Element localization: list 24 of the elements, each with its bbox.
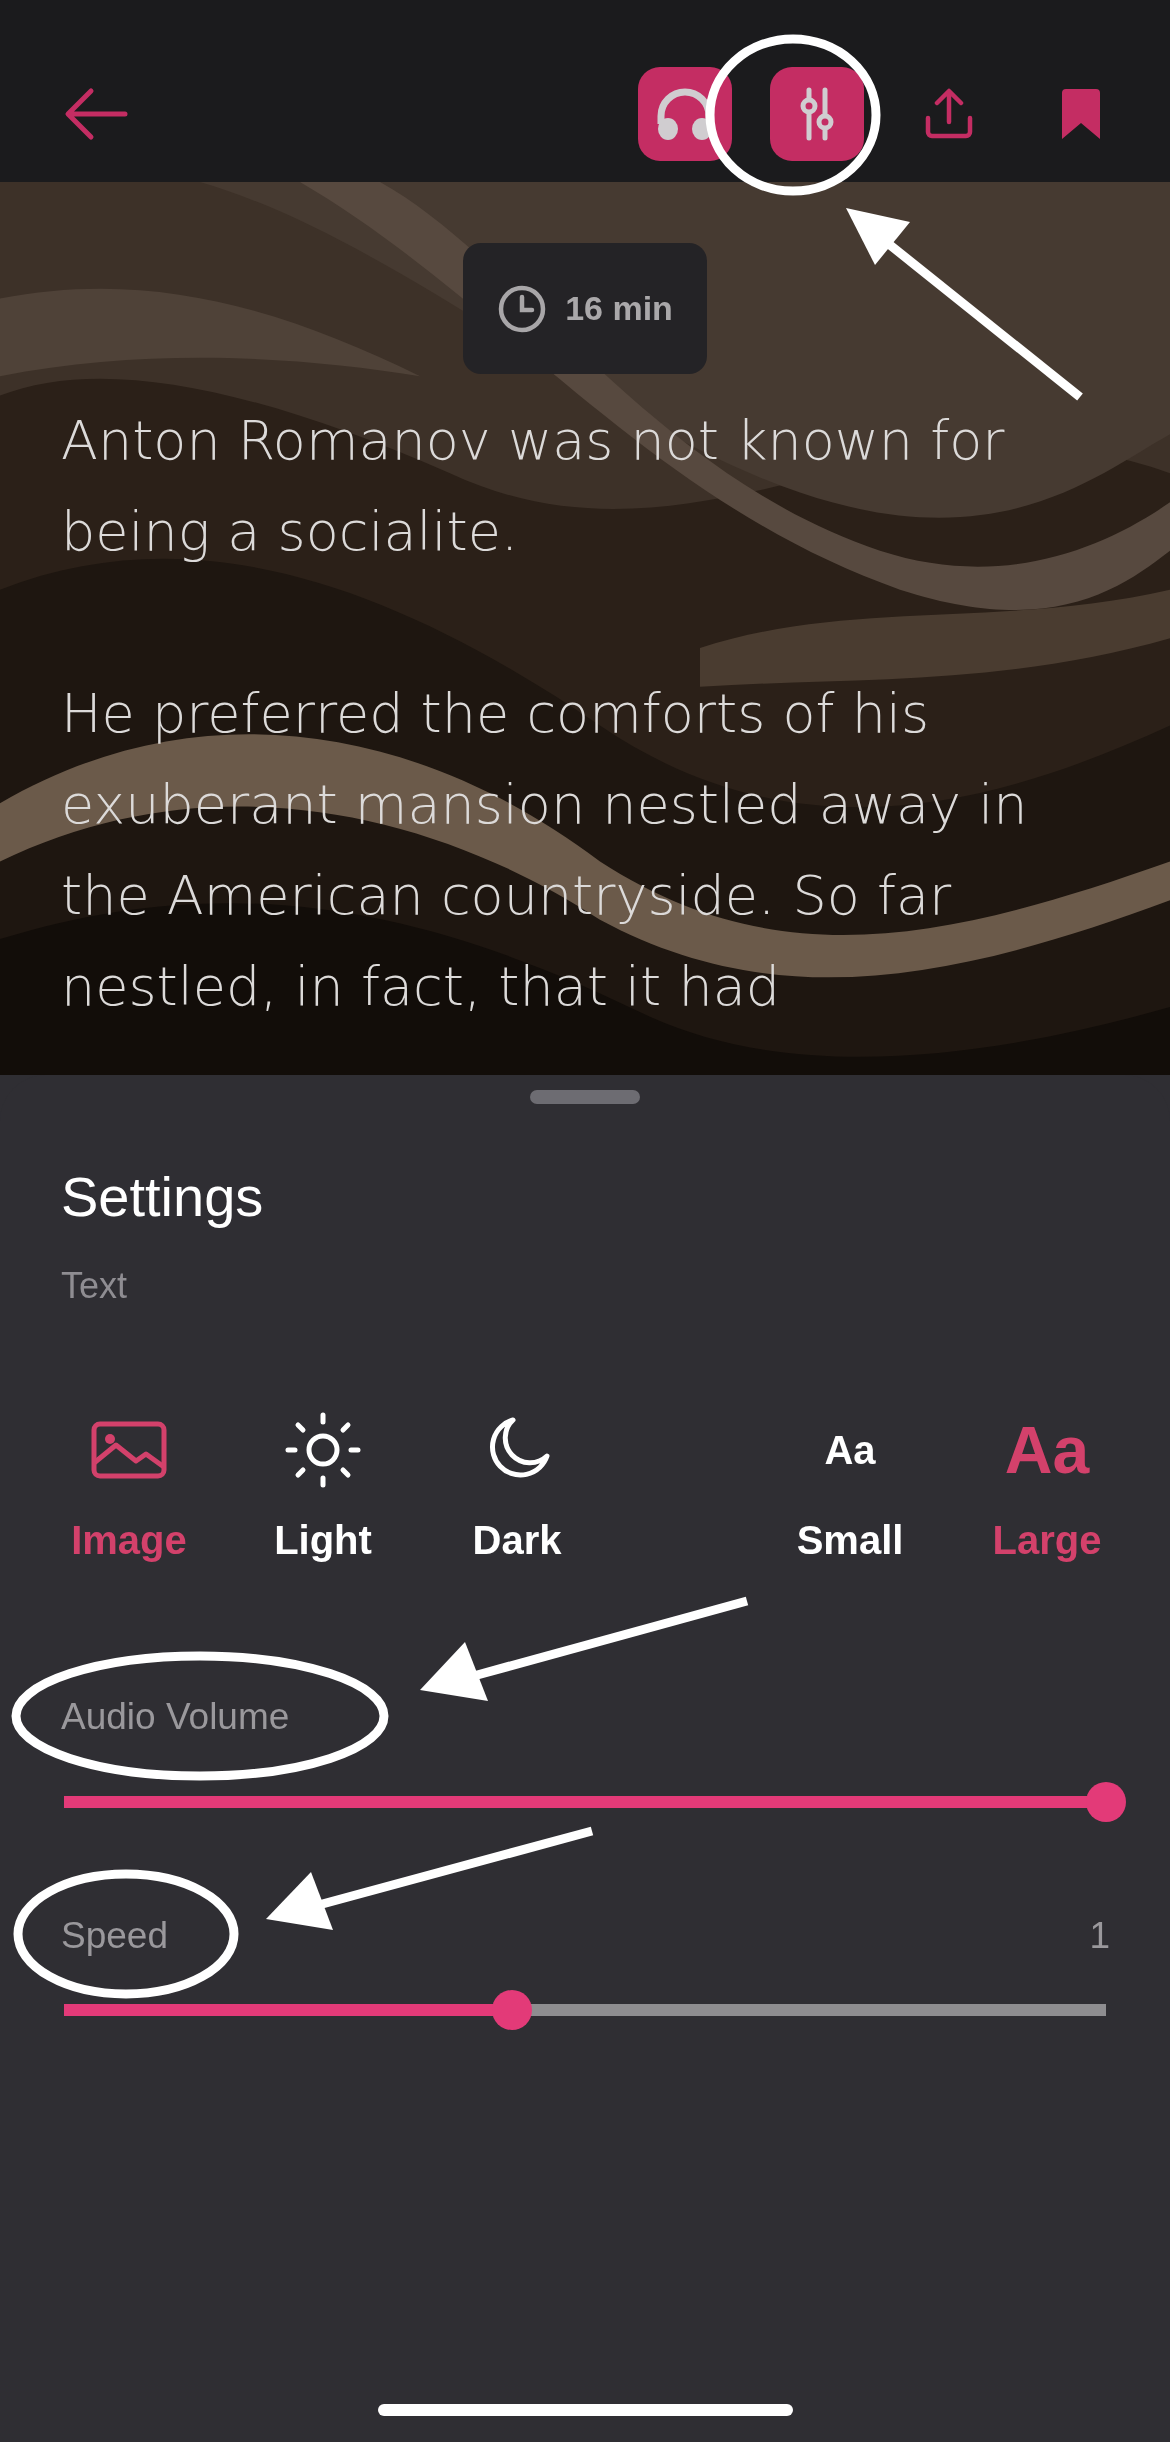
text-size-option[interactable]: Aa Small [770, 1408, 930, 1564]
bookmark-icon [1060, 87, 1102, 141]
share-icon [924, 88, 974, 140]
slider-thumb[interactable] [492, 1990, 533, 2030]
clock-icon [497, 283, 548, 334]
text-size-glyph: Aa [824, 1430, 876, 1470]
sheet-title: Settings [61, 1164, 265, 1230]
article-paragraph: He preferred the comforts of his exuberant mansion nestled away in the American countryside. So far nestled, in fact, that it had [61, 681, 1029, 1020]
image-icon [91, 1421, 167, 1479]
slider-label: Speed [61, 1914, 168, 1958]
text-size-glyph: Aa [1004, 1417, 1090, 1483]
slider-value: 1 [1089, 1914, 1110, 1958]
sliders-button[interactable] [770, 67, 864, 161]
theme-option[interactable]: Dark [437, 1408, 597, 1564]
back-icon [63, 86, 129, 142]
drag-handle[interactable] [530, 1090, 640, 1104]
headphones-button[interactable] [638, 67, 732, 161]
theme-option[interactable]: Light [243, 1408, 403, 1564]
sun-icon [285, 1412, 361, 1488]
article-paragraph: Anton Romanov was not known for being a socialite. [61, 408, 1006, 565]
slider-label: Audio Volume [61, 1695, 290, 1739]
slider-thumb[interactable] [1086, 1782, 1126, 1822]
reading-time: 16 min [565, 289, 673, 328]
section-label: Text [61, 1264, 129, 1308]
